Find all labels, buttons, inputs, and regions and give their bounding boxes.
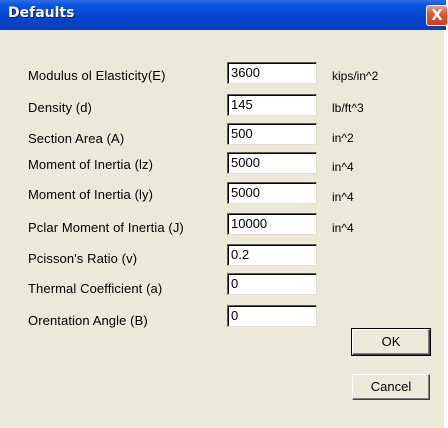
poissons-ratio-field[interactable]: 0.2	[227, 244, 317, 266]
dialog-title: Defaults	[8, 5, 75, 21]
label-polar-moment-of-inertia: Pclar Moment of Inertia (J)	[28, 220, 184, 235]
label-moment-of-inertia-y: Moment of Inertia (ly)	[28, 187, 154, 202]
density-field[interactable]: 145	[227, 94, 317, 116]
unit-density: lb/ft^3	[332, 101, 364, 115]
close-icon[interactable]: X	[426, 5, 448, 26]
unit-moment-of-inertia-z: in^4	[332, 160, 354, 174]
label-modulus-of-elasticity: Modulus ol Elasticity(E)	[28, 68, 166, 83]
title-bar[interactable]: Defaults X	[0, 0, 448, 30]
unit-polar-moment-of-inertia: in^4	[332, 221, 354, 235]
label-moment-of-inertia-z: Moment of Inertia (lz)	[28, 157, 154, 172]
unit-modulus-of-elasticity: kips/in^2	[332, 69, 379, 83]
orientation-angle-field[interactable]: 0	[227, 305, 317, 327]
section-area-field[interactable]: 500	[227, 123, 317, 145]
unit-section-area: in^2	[332, 131, 354, 145]
moment-of-inertia-y-field[interactable]: 5000	[227, 182, 317, 204]
modulus-of-elasticity-field[interactable]: 3600	[227, 62, 317, 84]
defaults-dialog: Defaults X Modulus ol Elasticity(E) 3600…	[0, 0, 448, 428]
thermal-coefficient-field[interactable]: 0	[227, 273, 317, 295]
label-density: Density (d)	[28, 100, 92, 115]
unit-moment-of-inertia-y: in^4	[332, 190, 354, 204]
label-thermal-coefficient: Thermal Coefficient (a)	[28, 281, 163, 296]
moment-of-inertia-z-field[interactable]: 5000	[227, 152, 317, 174]
ok-button[interactable]: OK	[351, 328, 431, 356]
cancel-button[interactable]: Cancel	[352, 374, 430, 400]
label-poissons-ratio: Pcisson's Ratio (v)	[28, 251, 138, 266]
label-orientation-angle: Orentation Angle (B)	[28, 313, 148, 328]
polar-moment-of-inertia-field[interactable]: 10000	[227, 213, 317, 235]
label-section-area: Section Area (A)	[28, 131, 125, 146]
